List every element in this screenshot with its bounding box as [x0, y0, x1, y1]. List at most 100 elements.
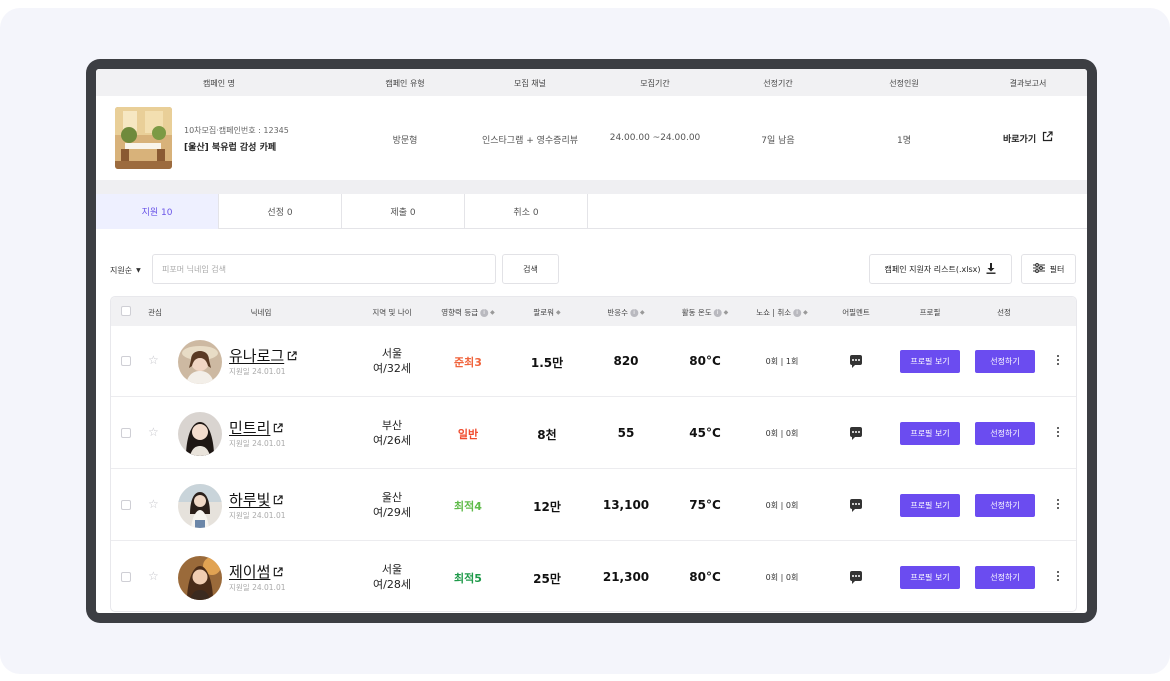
avatar	[178, 412, 222, 456]
comment-icon[interactable]	[850, 571, 862, 584]
comment-icon[interactable]	[850, 499, 862, 512]
tab-selected[interactable]: 선정 0	[219, 194, 342, 229]
applied-date: 지원일 24.01.01	[229, 439, 286, 448]
comment-icon[interactable]	[850, 427, 862, 440]
applicant-tabs: 지원 10 선정 0 제출 0 취소 0	[96, 194, 1087, 229]
followers-value: 12만	[533, 500, 561, 514]
noshow-value: 0회 | 0회	[765, 501, 799, 510]
temperature-value: 80°C	[689, 570, 721, 584]
star-icon[interactable]: ☆	[148, 426, 159, 438]
row-checkbox[interactable]	[121, 428, 131, 438]
th-nickname: 닉네임	[250, 308, 272, 317]
more-icon[interactable]	[1057, 499, 1060, 511]
download-icon	[986, 262, 996, 276]
table-row: ☆ 유나로그 지원일 24.01.01 서울 여/32세 준최3 1.5만 820…	[111, 326, 1076, 397]
followers-value: 1.5만	[530, 356, 564, 370]
avatar	[178, 484, 222, 528]
filter-button[interactable]: 필터	[1021, 254, 1076, 284]
row-checkbox[interactable]	[121, 500, 131, 510]
campaign-channel: 인스타그램 + 영수증리뷰	[481, 136, 579, 146]
header-select-count: 선정인원	[889, 79, 919, 88]
star-icon[interactable]: ☆	[148, 498, 159, 510]
select-button[interactable]: 선정하기	[975, 422, 1035, 445]
external-link-icon	[273, 563, 284, 581]
campaign-subtitle: 10차모집·캠페인번호 : 12345	[184, 126, 289, 135]
device-frame: 캠페인 명 캠페인 유형 모집 채널 모집기간 선정기간 선정인원 결과보고서	[86, 59, 1097, 623]
campaign-title: [울산] 북유럽 감성 카페	[184, 143, 277, 153]
header-campaign-name: 캠페인 명	[203, 79, 235, 88]
campaign-header: 캠페인 명 캠페인 유형 모집 채널 모집기간 선정기간 선정인원 결과보고서	[96, 69, 1087, 96]
star-icon[interactable]: ☆	[148, 570, 159, 582]
tab-cancelled[interactable]: 취소 0	[465, 194, 588, 229]
table-row: ☆ 제이썸 지원일 24.01.01 서울 여/28세 최적5 25만 21,30…	[111, 542, 1076, 611]
avatar	[178, 340, 222, 384]
responses-value: 820	[613, 354, 639, 368]
header-recruit-period: 모집기간	[640, 79, 670, 88]
download-excel-button[interactable]: 캠페인 지원자 리스트(.xlsx)	[869, 254, 1012, 284]
temperature-value: 45°C	[689, 426, 721, 440]
more-icon[interactable]	[1057, 571, 1060, 583]
profile-button[interactable]: 프로필 보기	[900, 566, 960, 589]
campaign-row: 10차모집·캠페인번호 : 12345 [울산] 북유럽 감성 카페 방문형 인…	[96, 96, 1087, 180]
sort-icon: ◆	[803, 309, 808, 316]
campaign-select-period: 7일 남음	[761, 136, 795, 146]
grade-value: 준최3	[454, 356, 482, 369]
comment-icon[interactable]	[850, 355, 862, 368]
external-link-icon	[1042, 131, 1053, 145]
responses-value: 21,300	[602, 570, 650, 584]
th-responses[interactable]: 반응수 i ◆	[607, 307, 644, 318]
temperature-value: 75°C	[689, 498, 721, 512]
sort-icon: ◆	[640, 309, 645, 316]
region-age: 서울 여/28세	[373, 563, 411, 591]
th-followers[interactable]: 팔로워 ◆	[533, 307, 560, 318]
nickname-link[interactable]: 하루빛	[229, 489, 284, 510]
row-checkbox[interactable]	[121, 572, 131, 582]
th-grade[interactable]: 영향력 등급 i ◆	[441, 307, 495, 318]
external-link-icon	[273, 419, 284, 437]
report-link[interactable]: 바로가기	[1003, 131, 1053, 145]
grade-value: 일반	[457, 428, 479, 441]
more-icon[interactable]	[1057, 427, 1060, 439]
sort-dropdown[interactable]: 지원순 ▼	[110, 265, 141, 276]
noshow-value: 0회 | 0회	[765, 573, 799, 582]
profile-button[interactable]: 프로필 보기	[900, 422, 960, 445]
temperature-value: 80°C	[689, 354, 721, 368]
info-icon: i	[630, 308, 639, 317]
search-button[interactable]: 검색	[502, 254, 559, 284]
profile-button[interactable]: 프로필 보기	[900, 494, 960, 517]
responses-value: 55	[617, 426, 635, 440]
profile-button[interactable]: 프로필 보기	[900, 350, 960, 373]
select-all-checkbox[interactable]	[121, 306, 131, 316]
select-button[interactable]: 선정하기	[975, 494, 1035, 517]
sort-label: 지원순	[110, 266, 133, 275]
campaign-type: 방문형	[392, 136, 418, 146]
row-checkbox[interactable]	[121, 356, 131, 366]
nickname-link[interactable]: 유나로그	[229, 345, 297, 366]
table-header: 관심 닉네임 지역 및 나이 영향력 등급 i ◆ 팔로워 ◆ 반응수 i ◆ 활동 온도…	[111, 297, 1076, 326]
select-button[interactable]: 선정하기	[975, 566, 1035, 589]
followers-value: 8천	[537, 428, 557, 442]
th-region-age: 지역 및 나이	[372, 308, 412, 317]
more-icon[interactable]	[1057, 355, 1060, 367]
applied-date: 지원일 24.01.01	[229, 367, 286, 376]
select-button[interactable]: 선정하기	[975, 350, 1035, 373]
campaign-select-count: 1명	[896, 136, 912, 146]
external-link-icon	[273, 491, 284, 509]
header-campaign-type: 캠페인 유형	[385, 79, 425, 88]
download-excel-label: 캠페인 지원자 리스트(.xlsx)	[884, 264, 981, 274]
tab-submitted[interactable]: 제출 0	[342, 194, 465, 229]
tab-applied[interactable]: 지원 10	[96, 194, 219, 229]
nickname-link[interactable]: 제이썸	[229, 561, 284, 582]
th-noshow[interactable]: 노쇼 | 취소 i ◆	[756, 307, 808, 318]
header-select-period: 선정기간	[763, 79, 793, 88]
star-icon[interactable]: ☆	[148, 354, 159, 366]
th-temperature[interactable]: 활동 온도 i ◆	[682, 307, 729, 318]
campaign-recruit-period: 24.00.00 ~24.00.00	[609, 133, 701, 143]
th-fav: 관심	[148, 308, 162, 317]
th-comment: 어필멘트	[842, 308, 870, 317]
sort-icon: ◆	[723, 309, 729, 316]
search-input[interactable]: 피포머 닉네임 검색	[152, 254, 496, 284]
nickname-link[interactable]: 민트리	[229, 417, 284, 438]
table-row: ☆ 하루빛 지원일 24.01.01 울산 여/29세 최적4 12만 13,10…	[111, 470, 1076, 541]
table-row: ☆ 민트리 지원일 24.01.01 부산 여/26세 일반 8천 55 45°C…	[111, 398, 1076, 469]
